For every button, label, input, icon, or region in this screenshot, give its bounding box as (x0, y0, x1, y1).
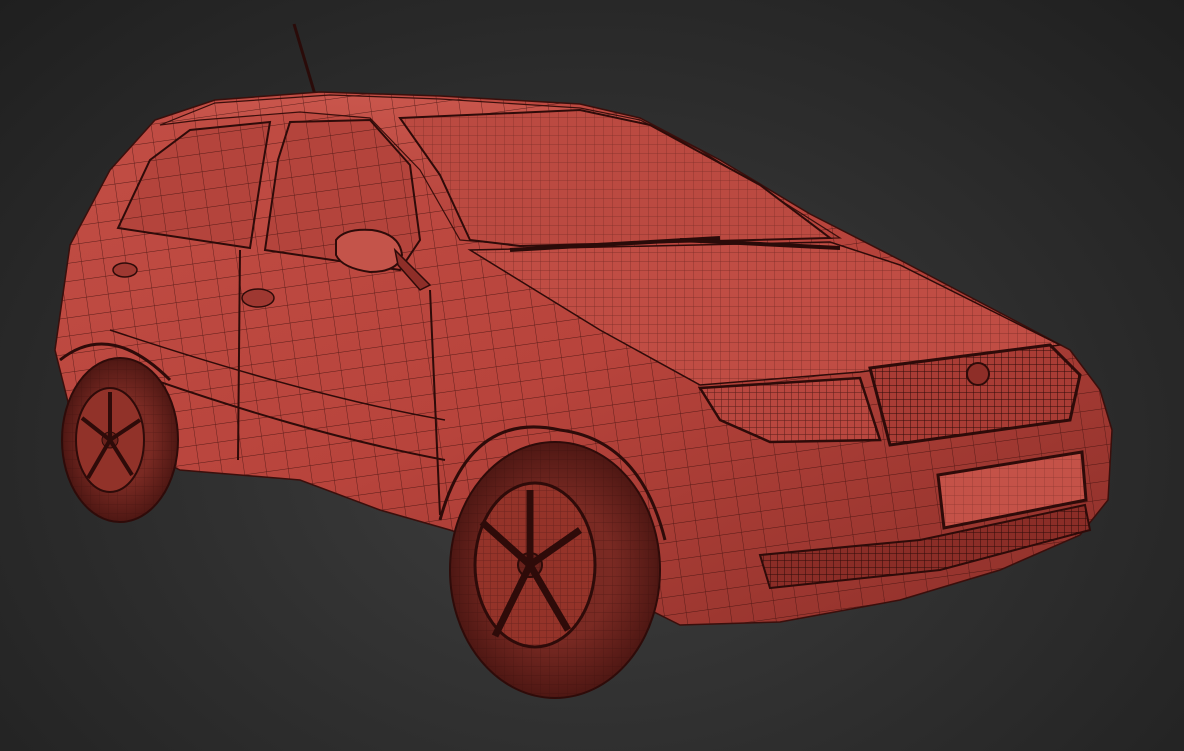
3d-viewport[interactable] (0, 0, 1184, 751)
antenna (292, 23, 318, 99)
front-wheel (449, 441, 661, 699)
rear-door-handle (112, 262, 138, 278)
rear-wheel (61, 357, 179, 523)
car-wireframe-render (54, 23, 1113, 699)
side-mirror (335, 228, 404, 274)
brand-emblem (966, 362, 990, 386)
front-door-handle (241, 288, 275, 308)
